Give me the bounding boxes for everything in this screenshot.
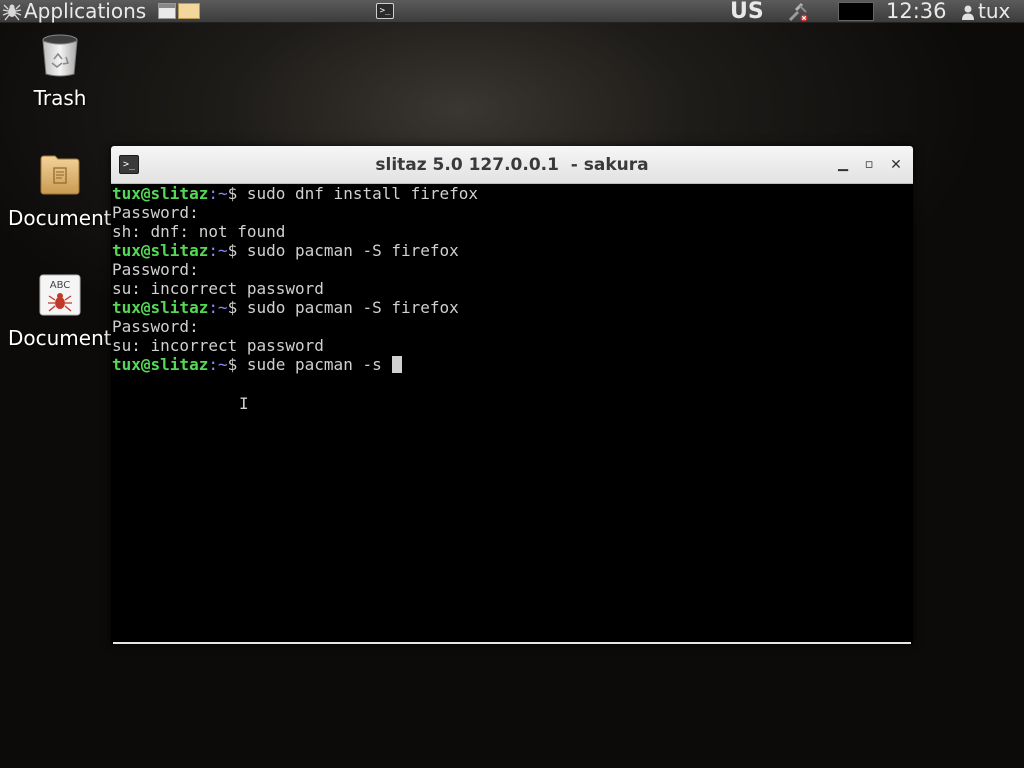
desktop-icon-documentation[interactable]: ABC Documentation <box>8 273 163 352</box>
panel-indicator-box <box>838 2 874 21</box>
close-button[interactable]: ✕ <box>887 156 905 174</box>
terminal-cursor <box>392 356 403 373</box>
prompt-sign: $ <box>227 241 247 260</box>
top-panel: Applications >_ US 12:36 tux <box>0 0 1024 23</box>
network-disconnected-icon[interactable] <box>786 2 810 22</box>
terminal-prompt-line: tux@slitaz:~$ sudo pacman -S firefox <box>112 241 913 260</box>
prompt-path: :~ <box>208 184 228 203</box>
maximize-button[interactable]: ▫ <box>860 156 878 174</box>
applications-label: Applications <box>24 0 147 23</box>
desktop-icon-label: Documents <box>8 206 123 230</box>
output-text: Password: <box>112 317 199 336</box>
terminal-prompt-line: tux@slitaz:~$ sudo pacman -S firefox <box>112 298 913 317</box>
user-menu[interactable]: tux <box>961 0 1010 23</box>
command-text: sudo dnf install firefox <box>246 184 479 203</box>
prompt-sign: $ <box>227 298 247 317</box>
taskbar-terminal-button[interactable]: >_ <box>376 3 394 19</box>
user-icon <box>962 5 974 20</box>
terminal-output-line: Password: <box>112 317 913 336</box>
documentation-icon: ABC <box>39 274 81 316</box>
prompt-user: tux@slitaz <box>112 184 209 203</box>
clock[interactable]: 12:36 <box>886 0 947 23</box>
trash-icon <box>42 34 78 77</box>
keyboard-layout-indicator[interactable]: US <box>730 0 764 23</box>
desktop-icon-trash[interactable]: Trash <box>8 33 112 112</box>
terminal-output-line: su: incorrect password <box>112 336 913 355</box>
minimize-button[interactable]: ▁ <box>834 156 852 174</box>
prompt-sign: $ <box>227 184 247 203</box>
command-text: sudo pacman -S firefox <box>246 298 459 317</box>
prompt-sign: $ <box>227 355 247 374</box>
prompt-path: :~ <box>208 241 228 260</box>
terminal-window[interactable]: >_ slitaz 5.0 127.0.0.1 - sakura ▁ ▫ ✕ t… <box>111 146 913 644</box>
spider-icon <box>2 4 22 21</box>
workspace-1[interactable] <box>158 3 177 19</box>
terminal-icon: >_ <box>379 5 391 16</box>
desktop-icon-label: Trash <box>33 86 87 110</box>
applications-menu-button[interactable]: Applications <box>0 0 146 23</box>
terminal-bottom-border <box>113 642 911 644</box>
output-text: Password: <box>112 260 199 279</box>
username: tux <box>978 0 1011 23</box>
terminal-output-line: su: incorrect password <box>112 279 913 298</box>
terminal-output-line: Password: <box>112 203 913 222</box>
command-text: sudo pacman -S firefox <box>246 241 459 260</box>
folder-icon <box>40 155 80 195</box>
terminal-output[interactable]: tux@slitaz:~$ sudo dnf install firefox Pa… <box>111 184 913 640</box>
output-text: sh: dnf: not found <box>112 222 286 241</box>
output-text: su: incorrect password <box>112 336 324 355</box>
prompt-user: tux@slitaz <box>112 355 209 374</box>
output-text: su: incorrect password <box>112 279 324 298</box>
terminal-output-line: Password: <box>112 260 913 279</box>
command-text: sude pacman -s <box>246 355 392 374</box>
terminal-output-line: sh: dnf: not found <box>112 222 913 241</box>
text-cursor-ibeam: I <box>239 394 249 413</box>
prompt-path: :~ <box>208 355 228 374</box>
workspace-2[interactable] <box>178 3 201 19</box>
svg-text:ABC: ABC <box>50 280 71 291</box>
prompt-user: tux@slitaz <box>112 298 209 317</box>
window-title: slitaz 5.0 127.0.0.1 - sakura <box>375 155 649 175</box>
terminal-prompt-line: tux@slitaz:~$ sude pacman -s <box>112 355 913 374</box>
output-text: Password: <box>112 203 199 222</box>
prompt-user: tux@slitaz <box>112 241 209 260</box>
terminal-prompt-line: tux@slitaz:~$ sudo dnf install firefox <box>112 184 913 203</box>
window-titlebar[interactable]: >_ slitaz 5.0 127.0.0.1 - sakura ▁ ▫ ✕ <box>111 146 913 184</box>
prompt-path: :~ <box>208 298 228 317</box>
desktop-icon-label: Documentation <box>8 326 163 350</box>
workspace-switcher[interactable] <box>158 3 201 19</box>
desktop-icon-documents[interactable]: Documents <box>8 153 123 232</box>
